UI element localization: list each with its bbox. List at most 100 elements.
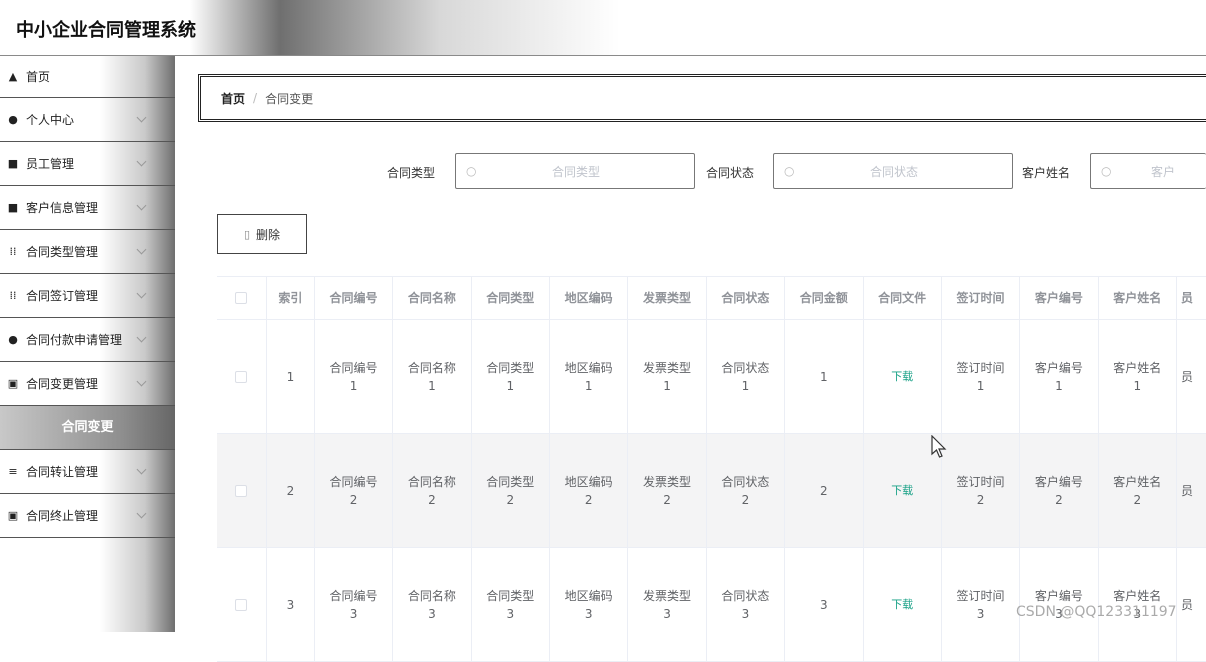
contract-type-label: 合同类型: [387, 166, 436, 180]
sidebar-subitem-contract-change[interactable]: 合同变更: [0, 406, 175, 450]
row-checkbox-cell[interactable]: [217, 434, 267, 547]
table-header: 员: [1177, 277, 1206, 319]
table-header: 客户编号: [1020, 277, 1099, 319]
delete-button[interactable]: ▯ 删除: [217, 214, 307, 254]
sidebar-item-contract-termination[interactable]: ▣ 合同终止管理: [0, 494, 175, 538]
grid-icon: ⁞⁞: [9, 289, 17, 302]
table-cell-region: 地区编码 2: [550, 434, 629, 547]
app-title: 中小企业合同管理系统: [16, 20, 196, 41]
table-cell-amount: 3: [785, 548, 864, 661]
select-all-checkbox[interactable]: [235, 292, 248, 304]
mouse-cursor-icon: [931, 435, 947, 458]
sidebar-item-home[interactable]: ▲ 首页: [0, 56, 175, 98]
sidebar-item-customer-info[interactable]: ■ 客户信息管理: [0, 186, 175, 230]
table-header: 客户姓名: [1099, 277, 1177, 319]
table-cell-type: 合同类型 2: [472, 434, 550, 547]
chevron-down-icon: [136, 464, 147, 475]
search-icon: ○: [1101, 164, 1112, 178]
sidebar-item-contract-change[interactable]: ▣ 合同变更管理: [0, 362, 175, 406]
row-checkbox-cell[interactable]: [217, 320, 267, 433]
table-cell-invoice: 发票类型 1: [628, 320, 707, 433]
table-header: 合同类型: [472, 277, 550, 319]
table-header: 签订时间: [942, 277, 1021, 319]
customer-name-input[interactable]: ○ 客户: [1090, 153, 1206, 189]
chevron-down-icon: [136, 112, 147, 123]
table-cell-code: 合同编号 1: [315, 320, 394, 433]
contract-status-input[interactable]: ○ 合同状态: [773, 153, 1013, 189]
chevron-down-icon: [136, 332, 147, 343]
table-header: 合同文件: [864, 277, 942, 319]
table-cell-name: 合同名称 3: [393, 548, 472, 661]
sidebar-item-contract-transfer[interactable]: ≡ 合同转让管理: [0, 450, 175, 494]
sidebar-item-contract-type[interactable]: ⁞⁞ 合同类型管理: [0, 230, 175, 274]
row-checkbox[interactable]: [235, 484, 248, 497]
sidebar-item-label: 首页: [26, 70, 51, 84]
table-header-row: 索引 合同编号 合同名称 合同类型 地区编码 发票类型 合同状态 合同金额 合同…: [217, 277, 1206, 320]
clipboard-icon: ▣: [7, 509, 19, 522]
table-cell-cust-name: 客户姓名 1: [1099, 320, 1177, 433]
table-cell-sign-time: 签订时间 3: [942, 548, 1021, 661]
download-link[interactable]: 下载: [891, 596, 913, 614]
table-cell-region: 地区编码 3: [550, 548, 629, 661]
table-cell-status: 合同状态 2: [707, 434, 786, 547]
sidebar-item-payment-request[interactable]: ● 合同付款申请管理: [0, 318, 175, 362]
table-cell-type: 合同类型 3: [472, 548, 550, 661]
table-header: 合同状态: [707, 277, 786, 319]
location-icon: ●: [8, 333, 18, 346]
sidebar-item-label: 合同变更管理: [26, 377, 99, 391]
table-cell-file: 下载: [864, 548, 942, 661]
select-all-checkbox-cell[interactable]: [217, 277, 267, 319]
sidebar-item-label: 客户信息管理: [26, 201, 99, 215]
breadcrumb-current: 合同变更: [265, 91, 314, 106]
table-cell-type: 合同类型 1: [472, 320, 550, 433]
table-cell-staff: 员: [1177, 548, 1206, 661]
table-header: 合同编号: [315, 277, 394, 319]
customer-name-label: 客户姓名: [1022, 166, 1071, 180]
table-cell-sign-time: 签订时间 1: [942, 320, 1021, 433]
download-link[interactable]: 下载: [891, 368, 913, 386]
table-cell-name: 合同名称 1: [393, 320, 472, 433]
table-cell-code: 合同编号 3: [315, 548, 394, 661]
table-cell-status: 合同状态 3: [707, 548, 786, 661]
breadcrumb-home[interactable]: 首页: [221, 90, 245, 107]
trash-icon: ▯: [243, 227, 251, 241]
chevron-down-icon: [136, 508, 147, 519]
table-row: 2 合同编号 2 合同名称 2 合同类型 2 地区编码 2 发票类型 2 合同状态 2 2 下载…: [217, 434, 1206, 548]
monitor-icon: ■: [7, 201, 19, 214]
table-cell-amount: 2: [785, 434, 864, 547]
download-link[interactable]: 下载: [891, 482, 913, 500]
chevron-down-icon: [136, 376, 147, 387]
contract-status-placeholder: 合同状态: [869, 164, 918, 179]
table-row: 1 合同编号 1 合同名称 1 合同类型 1 地区编码 1 发票类型 1 合同状态 1 1 下载…: [217, 320, 1206, 434]
sidebar-item-label: 合同转让管理: [26, 465, 99, 479]
sidebar-item-personal-center[interactable]: ● 个人中心: [0, 98, 175, 142]
table-header: 合同名称: [393, 277, 472, 319]
table-cell-status: 合同状态 1: [707, 320, 786, 433]
sidebar-item-label: 合同签订管理: [26, 289, 99, 303]
table-cell-file: 下载: [864, 320, 942, 433]
breadcrumb-separator: /: [253, 91, 258, 105]
table-cell-region: 地区编码 1: [550, 320, 629, 433]
contract-type-input[interactable]: ○ 合同类型: [455, 153, 695, 189]
table-cell-code: 合同编号 2: [315, 434, 394, 547]
chevron-down-icon: [136, 288, 147, 299]
watermark: CSDN @QQ123311197: [1016, 604, 1177, 620]
table-cell-staff: 员: [1177, 434, 1206, 547]
table-cell-amount: 1: [785, 320, 864, 433]
list-icon: ≡: [8, 465, 18, 478]
row-checkbox[interactable]: [235, 598, 248, 611]
contract-status-label: 合同状态: [706, 166, 755, 180]
row-checkbox[interactable]: [235, 370, 248, 383]
document-icon: ▣: [7, 377, 19, 390]
table-cell-invoice: 发票类型 2: [628, 434, 707, 547]
person-icon: ●: [8, 113, 18, 126]
home-icon: ▲: [8, 70, 18, 83]
row-checkbox-cell[interactable]: [217, 548, 267, 661]
chevron-down-icon: [136, 200, 147, 211]
sidebar: ▲ 首页 ● 个人中心 ■ 员工管理 ■ 客户信息管理 ⁞⁞ 合同类型管理 ⁞⁞…: [0, 56, 175, 632]
table-cell-name: 合同名称 2: [393, 434, 472, 547]
table-cell-sign-time: 签订时间 2: [942, 434, 1021, 547]
table-header: 地区编码: [550, 277, 629, 319]
sidebar-item-contract-signing[interactable]: ⁞⁞ 合同签订管理: [0, 274, 175, 318]
table-cell-index: 2: [267, 434, 315, 547]
